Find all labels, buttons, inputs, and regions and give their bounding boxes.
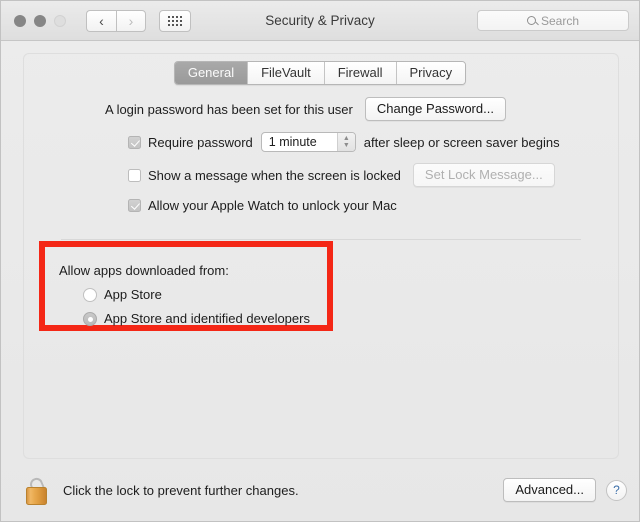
zoom-button[interactable] xyxy=(54,14,66,27)
lock-status-text: Click the lock to prevent further change… xyxy=(63,482,299,498)
apple-watch-checkbox[interactable] xyxy=(128,199,141,212)
require-password-row: Require password 1 minute ▲ ▼ after sleep… xyxy=(128,132,599,152)
close-button[interactable] xyxy=(14,14,26,27)
bottom-actions: Advanced... ? xyxy=(503,478,627,502)
require-password-suffix: after sleep or screen saver begins xyxy=(363,134,560,150)
gatekeeper-heading: Allow apps downloaded from: xyxy=(59,263,229,278)
back-button[interactable]: ‹ xyxy=(86,9,116,32)
login-password-row: A login password has been set for this u… xyxy=(105,97,599,121)
forward-button[interactable]: › xyxy=(116,9,146,32)
bottom-bar: Click the lock to prevent further change… xyxy=(1,459,639,521)
search-placeholder: Search xyxy=(540,13,580,28)
minimize-button[interactable] xyxy=(34,14,46,27)
show-lock-message-checkbox[interactable] xyxy=(128,168,141,182)
change-password-button[interactable]: Change Password... xyxy=(364,97,506,121)
navigation-buttons: ‹ › xyxy=(86,9,146,32)
require-password-label: Require password xyxy=(148,134,253,150)
padlock-body xyxy=(26,487,47,505)
show-lock-message-label: Show a message when the screen is locked xyxy=(148,167,401,183)
search-icon xyxy=(526,16,536,25)
identified-developers-label: App Store and identified developers xyxy=(104,311,310,326)
gatekeeper-option-app-store[interactable]: App Store xyxy=(83,287,310,302)
show-all-button[interactable] xyxy=(159,9,191,32)
password-delay-popup[interactable]: 1 minute ▲ ▼ xyxy=(260,132,356,152)
gatekeeper-group: Allow apps downloaded from: App Store Ap… xyxy=(59,263,310,326)
preferences-window: ‹ › Security & Privacy Search General Fi… xyxy=(0,0,640,522)
app-store-label: App Store xyxy=(104,287,162,302)
app-store-radio[interactable] xyxy=(83,287,97,302)
stepper-chevrons-icon: ▲ ▼ xyxy=(336,133,355,151)
search-field[interactable]: Search xyxy=(477,10,629,31)
apple-watch-row: Allow your Apple Watch to unlock your Ma… xyxy=(128,198,599,213)
password-delay-value: 1 minute xyxy=(268,135,317,149)
help-button[interactable]: ? xyxy=(606,479,627,501)
traffic-light-group xyxy=(14,14,66,27)
set-lock-message-button[interactable]: Set Lock Message... xyxy=(412,163,555,187)
login-password-text: A login password has been set for this u… xyxy=(105,101,353,117)
apple-watch-label: Allow your Apple Watch to unlock your Ma… xyxy=(148,198,397,213)
gatekeeper-option-identified-developers[interactable]: App Store and identified developers xyxy=(83,311,310,326)
show-lock-message-row: Show a message when the screen is locked… xyxy=(128,163,599,187)
identified-developers-radio[interactable] xyxy=(83,311,97,326)
window-titlebar: ‹ › Security & Privacy Search xyxy=(1,1,639,41)
require-password-checkbox[interactable] xyxy=(128,135,141,149)
section-divider xyxy=(61,239,581,240)
grid-icon xyxy=(168,15,182,26)
unlocked-padlock-icon[interactable] xyxy=(25,475,51,505)
advanced-button[interactable]: Advanced... xyxy=(503,478,596,502)
